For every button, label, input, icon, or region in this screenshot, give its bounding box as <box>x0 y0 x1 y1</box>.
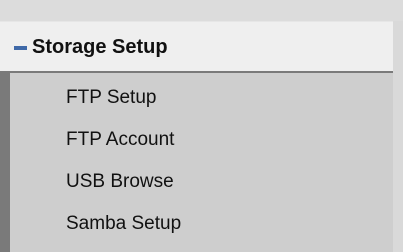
menu-item-label: FTP Account <box>66 129 175 150</box>
storage-setup-header[interactable]: Storage Setup <box>0 21 393 73</box>
storage-setup-menu: FTP Setup FTP Account USB Browse Samba S… <box>10 73 393 252</box>
menu-item-label: USB Browse <box>66 171 174 192</box>
minus-icon-bar <box>14 46 27 50</box>
section-title: Storage Setup <box>32 36 168 58</box>
menu-item-label: FTP Setup <box>66 87 157 108</box>
top-strip <box>0 0 403 21</box>
menu-item-ftp-account[interactable]: FTP Account <box>10 119 393 159</box>
menu-item-usb-browse[interactable]: USB Browse <box>10 161 393 201</box>
sidebar-frame: Storage Setup FTP Setup FTP Account USB … <box>0 0 403 252</box>
menu-item-ftp-setup[interactable]: FTP Setup <box>10 77 393 117</box>
left-rail <box>0 73 10 252</box>
menu-item-samba-setup[interactable]: Samba Setup <box>10 203 393 243</box>
menu-item-label: Samba Setup <box>66 213 182 234</box>
storage-setup-panel: Storage Setup FTP Setup FTP Account USB … <box>0 21 393 252</box>
